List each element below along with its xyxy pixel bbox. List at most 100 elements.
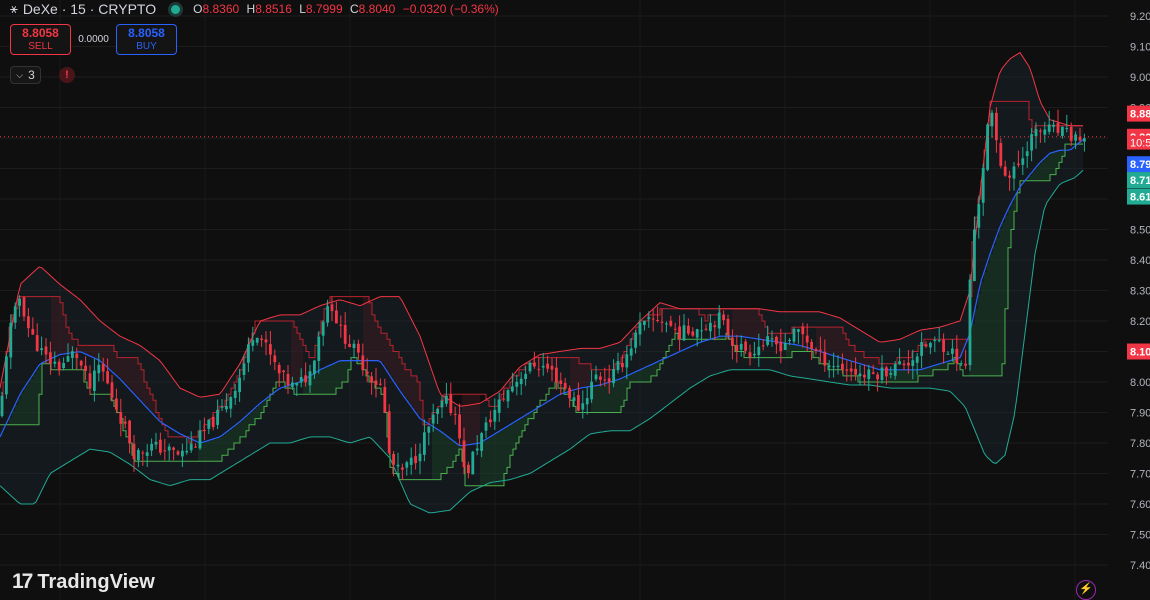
bear-zone: [465, 394, 468, 446]
bear-zone: [474, 394, 477, 444]
y-tick-label: 7.40: [1130, 560, 1150, 572]
bear-zone: [831, 327, 834, 355]
warning-icon[interactable]: !: [59, 67, 75, 83]
candle-body: [273, 355, 277, 363]
bull-zone: [210, 439, 213, 462]
bear-zone: [51, 296, 54, 359]
candle-body: [946, 353, 950, 355]
bear-zone: [738, 308, 741, 337]
ohlc-values: O8.8360 H8.8516 L8.7999 C8.8040 −0.0320 …: [193, 2, 503, 16]
candle-body: [49, 352, 52, 364]
candle-body: [62, 362, 65, 368]
candle-body: [115, 398, 118, 410]
tradingview-logo[interactable]: 17 TradingView: [12, 570, 155, 594]
candle-body: [854, 368, 857, 375]
candle-body: [40, 348, 43, 351]
bear-zone: [297, 333, 300, 383]
candle-body: [766, 336, 769, 345]
bull-zone: [600, 385, 603, 413]
candle-body: [867, 369, 871, 380]
bull-zone: [921, 369, 924, 376]
candle-body: [480, 433, 483, 451]
candle-body: [757, 346, 761, 356]
candle-body: [915, 356, 919, 363]
bear-zone: [579, 363, 582, 389]
candle-body: [167, 446, 171, 451]
bull-zone: [321, 369, 324, 395]
candle-body: [436, 408, 439, 414]
candle-body: [497, 399, 501, 413]
candle-body: [651, 318, 655, 320]
high-value: 8.8516: [255, 2, 292, 16]
candle-body: [352, 343, 356, 349]
candle-body: [968, 279, 972, 366]
bull-zone: [792, 344, 795, 352]
tradingview-wordmark: TradingView: [37, 570, 155, 593]
candle-body: [260, 338, 263, 341]
sell-button[interactable]: 8.8058 SELL: [10, 24, 71, 55]
candle-body: [414, 456, 417, 464]
candle-body: [44, 346, 48, 355]
bull-zone: [594, 385, 597, 413]
y-tick-label: 7.50: [1130, 530, 1150, 542]
bull-zone: [447, 436, 450, 468]
candle-body: [678, 326, 681, 340]
candle-body: [836, 365, 840, 368]
bull-zone: [933, 365, 936, 370]
bull-zone: [942, 363, 945, 370]
bull-zone: [504, 428, 507, 474]
candle-body: [18, 298, 21, 306]
symbol-title[interactable]: DeXe · 15 · CRYPTO: [23, 1, 156, 17]
bull-zone: [213, 439, 216, 462]
price-chart[interactable]: 9.209.109.008.908.808.708.608.508.408.30…: [0, 0, 1150, 600]
candle-body: [242, 363, 246, 375]
candle-body: [739, 343, 743, 350]
tradingview-mark-icon: 17: [12, 570, 33, 593]
indicators-toggle-button[interactable]: ⌵ 3: [10, 66, 41, 84]
candle-body: [964, 363, 967, 366]
price-label: 10:5: [1130, 138, 1150, 150]
candle-body: [537, 368, 541, 370]
candle-body: [405, 462, 409, 468]
candle-body: [233, 390, 237, 398]
candle-body: [150, 443, 153, 451]
candle-body: [810, 341, 813, 350]
candle-body: [220, 406, 224, 408]
bull-zone: [18, 398, 21, 425]
close-value: 8.8040: [358, 2, 396, 16]
candle-body: [291, 382, 294, 387]
bear-zone: [93, 345, 96, 358]
candle-body: [31, 328, 35, 335]
candle-body: [423, 432, 426, 455]
candle-body: [973, 229, 976, 282]
candle-body: [841, 363, 844, 370]
candle-body: [453, 413, 457, 416]
bear-zone: [747, 308, 750, 338]
candle-body: [585, 398, 589, 405]
bull-zone: [597, 385, 600, 413]
candle-body: [999, 143, 1003, 166]
bull-zone: [633, 373, 636, 382]
bull-zone: [9, 417, 12, 425]
bull-zone: [897, 369, 900, 382]
bull-zone: [441, 431, 444, 474]
candle-body: [603, 379, 607, 381]
bull-zone: [435, 427, 438, 480]
candle-body: [1078, 136, 1082, 141]
bull-zone: [1029, 175, 1032, 181]
buy-button[interactable]: 8.8058 BUY: [116, 24, 177, 55]
candle-body: [1021, 158, 1025, 165]
lightning-icon[interactable]: ⚡: [1076, 580, 1096, 600]
bull-zone: [636, 371, 639, 382]
bull-zone: [24, 388, 27, 425]
candle-body: [563, 382, 567, 389]
bull-zone: [201, 442, 204, 462]
candle-body: [189, 443, 193, 451]
y-tick-label: 8.00: [1130, 377, 1150, 389]
candle-body: [827, 365, 831, 368]
candle-body: [330, 304, 334, 312]
candle-body: [79, 360, 83, 366]
bear-zone: [570, 357, 573, 392]
candle-body: [229, 397, 233, 409]
candle-body: [181, 450, 184, 457]
